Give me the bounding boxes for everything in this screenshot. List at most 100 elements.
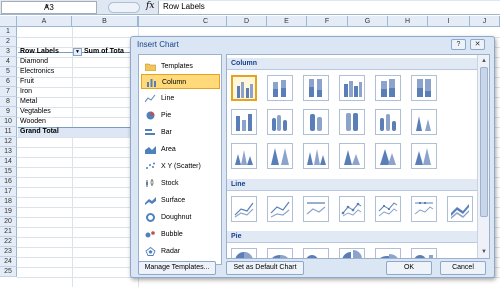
chart-thumb-3d-cylinder[interactable] xyxy=(375,109,401,135)
column-header[interactable]: E xyxy=(267,16,307,27)
column-header[interactable]: C xyxy=(185,16,227,27)
column-header[interactable]: H xyxy=(388,16,428,27)
row-header[interactable]: 20 xyxy=(0,217,17,227)
pivot-row-labels-header[interactable]: Row Labels xyxy=(20,47,59,57)
gallery-scrollbar[interactable]: ▲ ▼ xyxy=(477,55,489,258)
help-button[interactable]: ? xyxy=(451,39,466,50)
row-header[interactable]: 17 xyxy=(0,187,17,197)
filter-dropdown-icon[interactable]: ▼ xyxy=(73,48,82,56)
pivot-grand-total[interactable]: Grand Total xyxy=(20,127,59,137)
chart-thumb-3d-clustered-column[interactable] xyxy=(339,75,365,101)
category-stock[interactable]: Stock xyxy=(141,176,220,191)
pivot-row-item[interactable]: Wooden xyxy=(20,117,46,127)
pivot-value-header[interactable]: Sum of Tota xyxy=(84,47,124,57)
row-header[interactable]: 25 xyxy=(0,267,17,277)
fx-icon[interactable]: fx xyxy=(146,1,154,11)
row-header[interactable]: 22 xyxy=(0,237,17,247)
chart-thumb-line[interactable] xyxy=(231,196,257,222)
formula-input[interactable]: Row Labels xyxy=(158,1,500,14)
row-header[interactable]: 7 xyxy=(0,87,17,97)
row-header[interactable]: 1 xyxy=(0,27,17,37)
row-header[interactable]: 12 xyxy=(0,137,17,147)
formula-buttons[interactable] xyxy=(108,2,140,13)
chart-thumb-100-stacked-line[interactable] xyxy=(303,196,329,222)
chart-thumb-clustered-cone[interactable] xyxy=(411,109,437,135)
row-header[interactable]: 24 xyxy=(0,257,17,267)
chart-thumb-pie[interactable] xyxy=(231,248,257,258)
column-header[interactable]: J xyxy=(470,16,500,27)
chart-thumb-stacked-line[interactable] xyxy=(267,196,293,222)
manage-templates-button[interactable]: Manage Templates... xyxy=(138,261,216,275)
chart-thumb-3d-stacked-column[interactable] xyxy=(375,75,401,101)
row-header[interactable]: 18 xyxy=(0,197,17,207)
chart-thumb-3d-pyramid[interactable] xyxy=(411,143,437,169)
pivot-row-item[interactable]: Iron xyxy=(20,87,32,97)
category-bar[interactable]: Bar xyxy=(141,125,220,140)
chart-thumb-3d-100-stacked-column[interactable] xyxy=(411,75,437,101)
row-header[interactable]: 15 xyxy=(0,167,17,177)
pivot-row-item[interactable]: Electronics xyxy=(20,67,54,77)
scroll-up-icon[interactable]: ▲ xyxy=(480,57,488,65)
pivot-row-item[interactable]: Metal xyxy=(20,97,37,107)
scroll-down-icon[interactable]: ▼ xyxy=(480,248,488,256)
row-header[interactable]: 23 xyxy=(0,247,17,257)
chart-thumb-100-stacked-column[interactable] xyxy=(303,75,329,101)
row-header[interactable]: 10 xyxy=(0,117,17,127)
column-header[interactable]: A xyxy=(17,16,72,27)
row-header[interactable]: 13 xyxy=(0,147,17,157)
category-scatter[interactable]: X Y (Scatter) xyxy=(141,159,220,174)
chart-thumb-exploded-pie[interactable] xyxy=(339,248,365,258)
chart-thumb-3d-pie[interactable] xyxy=(267,248,293,258)
close-button[interactable]: ✕ xyxy=(470,39,485,50)
chevron-down-icon[interactable]: ▼ xyxy=(44,4,94,10)
row-header[interactable]: 5 xyxy=(0,67,17,77)
chart-thumb-clustered-pyramid[interactable] xyxy=(339,143,365,169)
chart-thumb-stacked-pyramid[interactable] xyxy=(375,143,401,169)
chart-thumb-100-stacked-line-markers[interactable] xyxy=(411,196,437,222)
chart-thumb-clustered-cylinder[interactable] xyxy=(267,109,293,135)
category-templates[interactable]: Templates xyxy=(141,59,220,74)
row-header[interactable]: 21 xyxy=(0,227,17,237)
row-header[interactable]: 4 xyxy=(0,57,17,67)
pivot-row-item[interactable]: Vegtables xyxy=(20,107,51,117)
category-bubble[interactable]: Bubble xyxy=(141,227,220,242)
row-header[interactable]: 3 xyxy=(0,47,17,57)
cancel-button[interactable]: Cancel xyxy=(440,261,486,275)
row-header[interactable]: 16 xyxy=(0,177,17,187)
ok-button[interactable]: OK xyxy=(386,261,432,275)
category-radar[interactable]: Radar xyxy=(141,244,220,259)
row-header[interactable]: 9 xyxy=(0,107,17,117)
pivot-row-item[interactable]: Fruit xyxy=(20,77,34,87)
select-all-corner[interactable] xyxy=(0,16,17,27)
row-header[interactable]: 2 xyxy=(0,37,17,47)
chart-thumb-stacked-cylinder[interactable] xyxy=(303,109,329,135)
column-header[interactable]: G xyxy=(348,16,388,27)
chart-thumb-stacked-column[interactable] xyxy=(267,75,293,101)
column-header[interactable]: B xyxy=(72,16,138,27)
chart-thumb-3d-exploded-pie[interactable] xyxy=(375,248,401,258)
category-doughnut[interactable]: Doughnut xyxy=(141,210,220,225)
chart-thumb-clustered-column[interactable] xyxy=(231,75,257,101)
column-header[interactable]: D xyxy=(227,16,267,27)
row-header[interactable]: 11 xyxy=(0,127,17,137)
chart-thumb-pie-of-pie[interactable] xyxy=(303,248,329,258)
chart-thumb-bar-of-pie[interactable] xyxy=(411,248,437,258)
category-surface[interactable]: Surface xyxy=(141,193,220,208)
chart-thumb-3d-cone[interactable] xyxy=(303,143,329,169)
category-column[interactable]: Column xyxy=(141,74,220,89)
row-header[interactable]: 8 xyxy=(0,97,17,107)
row-header[interactable]: 14 xyxy=(0,157,17,167)
chart-thumb-line-markers[interactable] xyxy=(339,196,365,222)
category-line[interactable]: Line xyxy=(141,91,220,106)
chart-thumb-stacked-cone[interactable] xyxy=(231,143,257,169)
set-default-chart-button[interactable]: Set as Default Chart xyxy=(226,261,304,275)
category-area[interactable]: Area xyxy=(141,142,220,157)
chart-thumb-3d-column[interactable] xyxy=(231,109,257,135)
chart-thumb-100-stacked-cylinder[interactable] xyxy=(339,109,365,135)
category-pie[interactable]: Pie xyxy=(141,108,220,123)
column-header[interactable] xyxy=(138,16,139,27)
row-header[interactable]: 19 xyxy=(0,207,17,217)
chart-thumb-3d-line[interactable] xyxy=(447,196,473,222)
column-header[interactable]: I xyxy=(428,16,470,27)
pivot-row-item[interactable]: Diamond xyxy=(20,57,48,67)
